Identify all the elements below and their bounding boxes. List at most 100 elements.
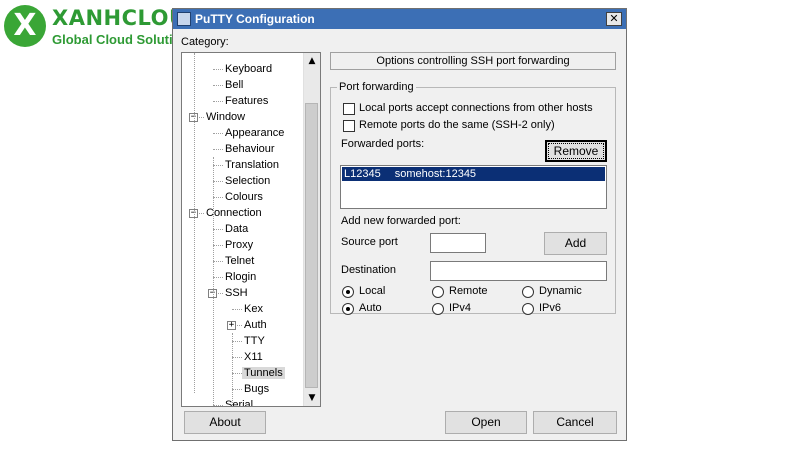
remote-same-label: Remote ports do the same (SSH-2 only) <box>359 119 555 131</box>
forward-id: L12345 <box>344 168 381 180</box>
scroll-down-icon[interactable]: ▼ <box>304 390 320 406</box>
tree-item-label: Translation <box>225 159 280 171</box>
close-button[interactable]: ✕ <box>606 12 622 26</box>
forwarded-ports-label: Forwarded ports: <box>341 138 425 150</box>
tree-connector <box>232 341 242 342</box>
tree-connector <box>213 197 223 198</box>
tree-item-label: Selection <box>225 175 271 187</box>
remote-same-checkbox[interactable] <box>343 120 355 132</box>
tree-connector <box>213 69 223 70</box>
scroll-thumb[interactable] <box>305 103 318 388</box>
tree-item-label: Bell <box>225 79 244 91</box>
tree-guide-line <box>194 53 195 393</box>
tree-item-label: Connection <box>206 207 262 219</box>
tree-item[interactable]: Rlogin <box>225 269 256 285</box>
destination-label: Destination <box>341 264 397 276</box>
tree-item[interactable]: SSH <box>225 285 248 301</box>
putty-app-icon <box>177 12 191 26</box>
tree-item-label: Telnet <box>225 255 255 267</box>
radio-dynamic[interactable] <box>522 286 534 298</box>
tree-item[interactable]: Auth <box>244 317 267 333</box>
title-bar[interactable]: PuTTY Configuration ✕ <box>173 9 626 29</box>
tree-item[interactable]: X11 <box>244 349 263 365</box>
cancel-button[interactable]: Cancel <box>533 411 617 434</box>
tree-item-label: Bugs <box>244 383 270 395</box>
local-accept-label: Local ports accept connections from othe… <box>359 102 593 114</box>
tree-connector <box>213 101 223 102</box>
tree-item-label: Proxy <box>225 239 254 251</box>
tree-item[interactable]: Appearance <box>225 125 284 141</box>
tree-connector <box>232 357 242 358</box>
tree-item[interactable]: Bugs <box>244 381 269 397</box>
tree-item[interactable]: TTY <box>244 333 265 349</box>
tree-item[interactable]: Translation <box>225 157 279 173</box>
expand-icon[interactable]: + <box>227 321 236 330</box>
tree-guide-line <box>232 333 233 406</box>
tree-connector <box>213 245 223 246</box>
tree-item[interactable]: Selection <box>225 173 270 189</box>
tree-item-label: X11 <box>244 351 263 363</box>
forwarded-ports-list[interactable]: L12345 somehost:12345 <box>340 165 607 209</box>
open-button[interactable]: Open <box>445 411 527 434</box>
radio-remote[interactable] <box>432 286 444 298</box>
source-port-label: Source port <box>341 236 398 248</box>
tree-item-label: TTY <box>244 335 265 347</box>
tree-item-label: Data <box>225 223 249 235</box>
add-new-label: Add new forwarded port: <box>341 215 461 227</box>
destination-input[interactable] <box>430 261 607 281</box>
logo-mark-icon: X <box>4 5 46 47</box>
tree-item-label: SSH <box>225 287 248 299</box>
tree-item-label: Serial <box>225 399 254 407</box>
tree-item[interactable]: Data <box>225 221 248 237</box>
tree-connector <box>232 309 242 310</box>
panel-header: Options controlling SSH port forwarding <box>330 52 616 70</box>
tree-item[interactable]: Serial <box>225 397 254 407</box>
forward-dest: somehost:12345 <box>394 168 477 180</box>
tree-item[interactable]: Window <box>206 109 245 125</box>
add-button[interactable]: Add <box>544 232 607 255</box>
tree-item[interactable]: Proxy <box>225 237 253 253</box>
tree-item[interactable]: Connection <box>206 205 262 221</box>
local-accept-checkbox[interactable] <box>343 103 355 115</box>
tree-item-label: Keyboard <box>225 63 273 75</box>
tree-connector <box>213 229 223 230</box>
tree-item-label: Tunnels <box>242 367 285 379</box>
tree-connector <box>213 405 223 406</box>
scroll-up-icon[interactable]: ▲ <box>304 53 320 69</box>
tree-connector <box>213 165 223 166</box>
tree-connector <box>232 373 242 374</box>
tree-item[interactable]: Bell <box>225 77 243 93</box>
window-title: PuTTY Configuration <box>195 12 315 26</box>
radio-ipv4-label: IPv4 <box>449 302 472 314</box>
radio-local-label: Local <box>359 285 386 297</box>
radio-auto[interactable] <box>342 303 354 315</box>
tree-item-label: Kex <box>244 303 263 315</box>
radio-local[interactable] <box>342 286 354 298</box>
tree-scrollbar[interactable]: ▲ ▼ <box>303 53 320 406</box>
remove-button[interactable]: Remove <box>545 140 607 162</box>
radio-ipv6[interactable] <box>522 303 534 315</box>
tree-item[interactable]: Telnet <box>225 253 254 269</box>
tree-item-label: Window <box>206 111 246 123</box>
tree-item-label: Rlogin <box>225 271 257 283</box>
radio-ipv4[interactable] <box>432 303 444 315</box>
tree-connector <box>213 261 223 262</box>
tree-item[interactable]: Behaviour <box>225 141 275 157</box>
about-button[interactable]: About <box>184 411 266 434</box>
tree-item[interactable]: Tunnels <box>242 365 285 381</box>
tree-item-label: Appearance <box>225 127 285 139</box>
tree-item[interactable]: Colours <box>225 189 263 205</box>
tree-item[interactable]: Kex <box>244 301 263 317</box>
tree-connector <box>232 389 242 390</box>
group-label: Port forwarding <box>337 81 416 93</box>
category-tree[interactable]: − − − + Keyboard Bell Features Window Appearanc… <box>181 52 321 407</box>
tree-item-label: Behaviour <box>225 143 275 155</box>
tree-item-label: Features <box>225 95 269 107</box>
radio-dynamic-label: Dynamic <box>539 285 582 297</box>
source-port-input[interactable] <box>430 233 486 253</box>
tree-item[interactable]: Keyboard <box>225 61 272 77</box>
tree-item-label: Colours <box>225 191 263 203</box>
tree-item[interactable]: Features <box>225 93 268 109</box>
port-forwarding-group: Port forwarding Local ports accept conne… <box>330 81 616 315</box>
list-item[interactable]: L12345 somehost:12345 <box>342 167 605 181</box>
